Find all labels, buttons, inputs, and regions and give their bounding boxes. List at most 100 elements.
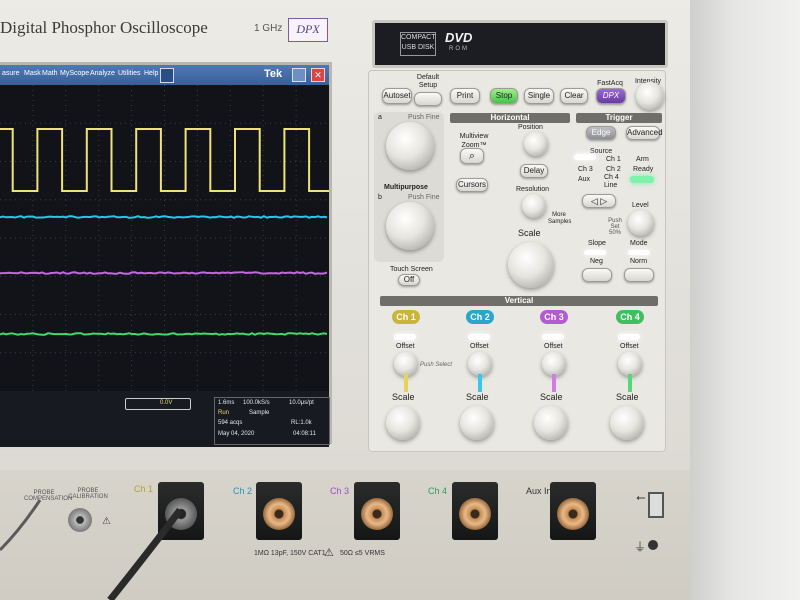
menu-analyze[interactable]: Analyze <box>90 70 115 77</box>
ch4-scale-knob[interactable] <box>610 406 644 440</box>
default-setup-button[interactable] <box>414 92 442 106</box>
ch2-offset-label: Offset <box>470 343 489 350</box>
ch4-button[interactable]: Ch 4 <box>616 310 644 324</box>
ground-jack[interactable] <box>648 540 658 550</box>
cursor-value: 0.0V <box>160 400 172 406</box>
front-ch4-label: Ch 4 <box>428 486 447 496</box>
dropdown-arrow-icon[interactable] <box>160 68 174 83</box>
probe-cable <box>0 470 200 600</box>
touch-screen-label: Touch Screen <box>390 266 433 273</box>
front-ch3-label: Ch 3 <box>330 486 349 496</box>
ch3-connector[interactable] <box>354 482 400 540</box>
resolution-label: Resolution <box>516 186 549 193</box>
resolution-knob[interactable] <box>522 194 546 218</box>
mode-led <box>628 250 650 255</box>
ch4-scale-label: Scale <box>616 392 639 402</box>
menu-math[interactable]: Math <box>42 70 58 77</box>
ch1-button[interactable]: Ch 1 <box>392 310 420 324</box>
edge-button[interactable]: Edge <box>586 126 616 140</box>
touch-screen-off-button[interactable]: Off <box>398 274 420 286</box>
print-button[interactable]: Print <box>450 88 480 104</box>
acquisition-readout[interactable]: 1.6ms 100.0kS/s 10.0μs/pt Run Sample 594… <box>214 397 330 445</box>
delay-button[interactable]: Delay <box>520 164 548 178</box>
fastacq-label: FastAcq <box>592 80 628 87</box>
front-aux-label: Aux In <box>526 486 552 496</box>
source-ch4: Ch 4 <box>604 174 619 181</box>
zoom-magnifier-icon[interactable]: ⌕ <box>460 148 484 164</box>
sample-rate: 100.0kS/s <box>243 400 270 406</box>
ground-icon: ⏚ <box>634 538 646 555</box>
menu-bar: asure Mask Math MyScope Analyze Utilitie… <box>0 65 329 85</box>
ch3-button[interactable]: Ch 3 <box>540 310 568 324</box>
source-ch1: Ch 1 <box>606 156 621 163</box>
acq-count: 594 acqs <box>218 420 242 426</box>
ch3-offset-knob[interactable] <box>542 352 566 376</box>
record-length: RL:1.0k <box>291 420 312 426</box>
timebase: 1.6ms <box>218 400 234 406</box>
ch3-bnc[interactable] <box>361 498 393 530</box>
ch4-offset-knob[interactable] <box>618 352 642 376</box>
slope-button[interactable] <box>582 268 612 282</box>
ch2-offset-knob[interactable] <box>468 352 492 376</box>
ch2-button[interactable]: Ch 2 <box>466 310 494 324</box>
ch3-offset-label: Offset <box>544 343 563 350</box>
fastacq-button[interactable]: DPX <box>596 88 626 104</box>
control-panel: Autoset Default Setup Print Stop Single … <box>368 70 666 452</box>
source-arrows-icon[interactable]: ◁ ▷ <box>582 194 616 208</box>
ch3-scale-knob[interactable] <box>534 406 568 440</box>
menu-myscope[interactable]: MyScope <box>60 70 89 77</box>
dvd-drive[interactable]: COMPACT USB DISK DVD ROM <box>372 20 668 68</box>
autoset-button[interactable]: Autoset <box>382 88 412 104</box>
ch4-bnc[interactable] <box>459 498 491 530</box>
trigger-level-knob[interactable] <box>628 210 654 236</box>
source-ch3: Ch 3 <box>578 166 593 173</box>
dpx-logo: DPX <box>288 18 328 42</box>
trace-ch3 <box>0 272 327 274</box>
usb-port[interactable] <box>648 492 664 518</box>
ch2-bnc[interactable] <box>263 498 295 530</box>
ch3-color-strip <box>552 374 556 392</box>
arm-label: Arm <box>636 156 649 163</box>
cursors-button[interactable]: Cursors <box>456 178 488 192</box>
source-aux: Aux <box>578 176 590 183</box>
horizontal-scale-knob[interactable] <box>508 242 554 288</box>
multipurpose-knob-b[interactable] <box>386 202 434 250</box>
oscilloscope-screen[interactable]: asure Mask Math MyScope Analyze Utilitie… <box>0 62 332 444</box>
ch2-connector[interactable] <box>256 482 302 540</box>
multipurpose-knob-a[interactable] <box>386 122 434 170</box>
minimize-icon[interactable] <box>292 68 306 82</box>
ch1-offset-knob[interactable] <box>394 352 418 376</box>
ch2-scale-knob[interactable] <box>460 406 494 440</box>
acq-mode: Sample <box>249 410 269 416</box>
menu-measure[interactable]: asure <box>2 70 20 77</box>
run-stop-button[interactable]: Stop <box>490 88 518 104</box>
multipurpose-b-label: b <box>378 194 382 201</box>
single-button[interactable]: Single <box>524 88 554 104</box>
ch4-connector[interactable] <box>452 482 498 540</box>
clear-button[interactable]: Clear <box>560 88 588 104</box>
close-icon[interactable]: ✕ <box>311 68 325 82</box>
trigger-header: Trigger <box>576 113 662 123</box>
front-ch2-label: Ch 2 <box>233 486 252 496</box>
ch1-led <box>394 334 416 340</box>
advanced-button[interactable]: Advanced <box>626 126 660 140</box>
model-title: Digital Phosphor Oscilloscope <box>0 18 208 38</box>
push-select-label: Push Select <box>420 362 452 368</box>
background-wall <box>690 0 800 600</box>
cursor-readout-box[interactable]: 0.0V <box>125 398 191 410</box>
slope-neg-label: Neg <box>590 258 603 265</box>
menu-utilities[interactable]: Utilities <box>118 70 141 77</box>
ch1-scale-knob[interactable] <box>386 406 420 440</box>
aux-in-connector[interactable] <box>550 482 596 540</box>
menu-help[interactable]: Help <box>144 70 158 77</box>
horizontal-position-knob[interactable] <box>524 132 548 156</box>
intensity-knob[interactable] <box>636 82 664 110</box>
default-setup-label: Default Setup <box>414 74 442 90</box>
trace-ch2 <box>0 216 327 218</box>
aux-in-bnc[interactable] <box>557 498 589 530</box>
horizontal-scale-label: Scale <box>518 228 541 238</box>
menu-mask[interactable]: Mask <box>24 70 41 77</box>
slope-label: Slope <box>588 240 606 247</box>
input-warning-icon: ⚠ <box>324 546 334 559</box>
mode-button[interactable] <box>624 268 654 282</box>
